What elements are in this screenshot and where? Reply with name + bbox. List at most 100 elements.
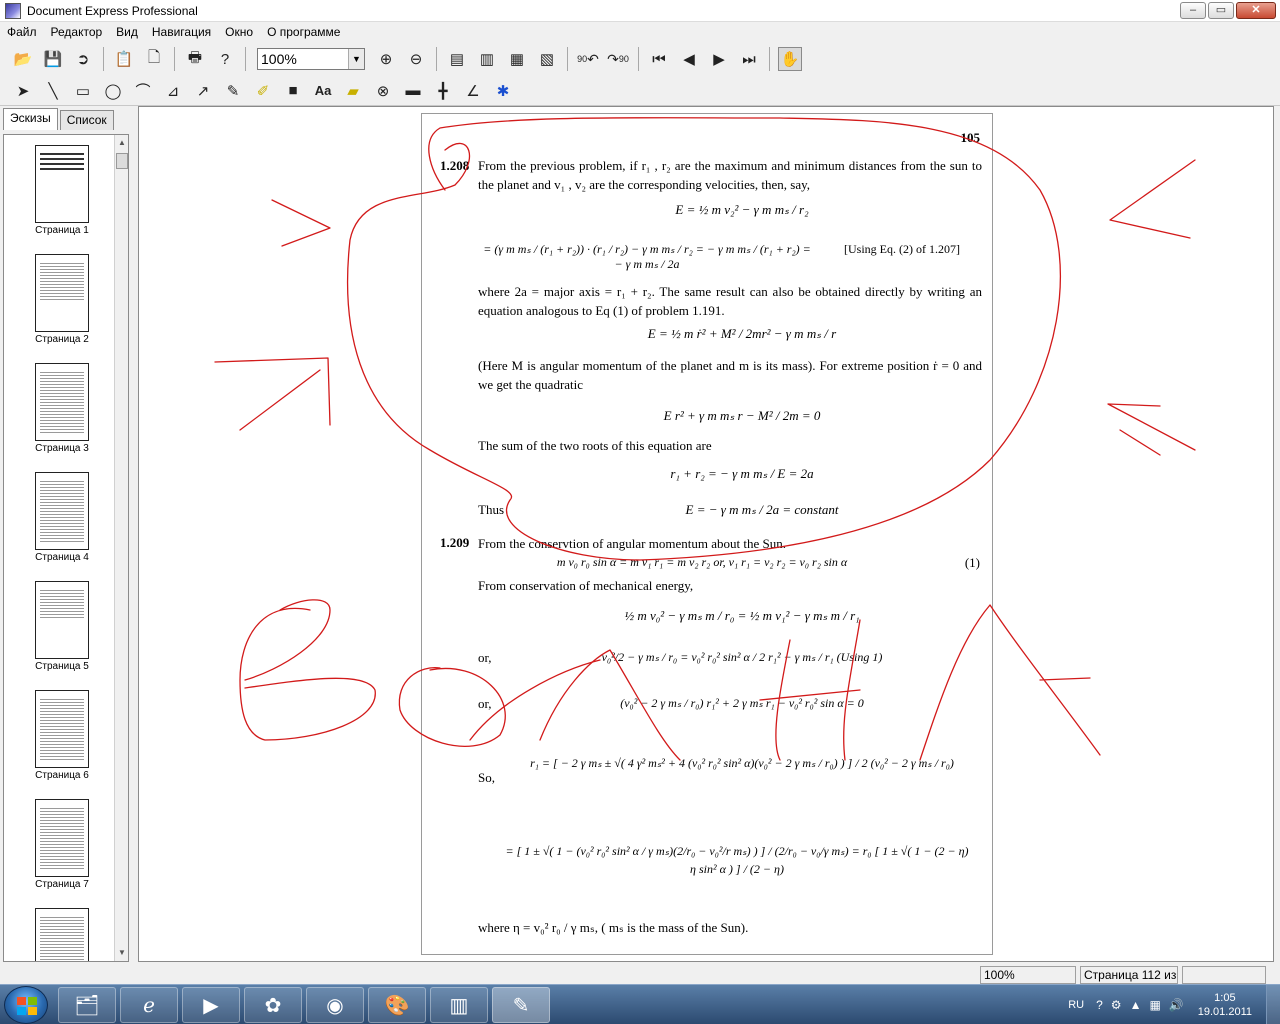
save-icon[interactable]: 💾 xyxy=(41,47,65,71)
thumbnail-page-2[interactable]: Страница 2 xyxy=(14,254,110,345)
toolbar-separator xyxy=(174,47,175,71)
filled-rectangle-icon[interactable]: ■ xyxy=(281,79,305,103)
problem-text: The sum of the two roots of this equatio… xyxy=(478,438,712,453)
menu-about[interactable]: О программе xyxy=(260,25,347,39)
arrow-tool-icon[interactable]: ↗ xyxy=(191,79,215,103)
fit-page-icon[interactable]: ▤ xyxy=(445,47,469,71)
thumbnail-scrollbar[interactable]: ▲ ▼ xyxy=(114,135,128,961)
zoom-out-icon[interactable]: ⊖ xyxy=(404,47,428,71)
highlighter-tool-icon[interactable]: ✐ xyxy=(251,79,275,103)
ellipse-tool-icon[interactable]: ◯ xyxy=(101,79,125,103)
formula: r₁ + r₂ = − γ m mₛ / E = 2a xyxy=(670,466,814,481)
first-page-icon[interactable]: ⏮ xyxy=(647,47,671,71)
line-tool-icon[interactable]: ╲ xyxy=(41,79,65,103)
thumbnail-page-4[interactable]: Страница 4 xyxy=(14,472,110,563)
next-page-icon[interactable]: ▶ xyxy=(707,47,731,71)
paste-icon[interactable]: 📋 xyxy=(112,47,136,71)
formula: E = ½ m ṙ² + M² / 2mr² − γ m mₛ / r xyxy=(647,326,837,341)
formula: ½ m v₀² − γ mₛ m / r₀ = ½ m v₁² − γ mₛ m… xyxy=(624,608,860,623)
pen-tool-icon[interactable]: ✎ xyxy=(221,79,245,103)
ie-task-icon[interactable]: ℯ xyxy=(120,987,178,1023)
network-tray-icon[interactable]: ▦ xyxy=(1149,998,1160,1012)
ruler-tool-icon[interactable]: ▬ xyxy=(401,79,425,103)
thumbnail-page-6[interactable]: Страница 6 xyxy=(14,690,110,781)
problem-text: From the previous problem, if r₁ , r₂ ar… xyxy=(478,158,982,192)
thumbnail-caption: Страница 1 xyxy=(35,225,89,236)
thumbnail-image xyxy=(35,799,89,877)
panel-tabs: Эскизы Список xyxy=(3,108,116,130)
crosshair-tool-icon[interactable]: ╋ xyxy=(431,79,455,103)
media-player-task-icon[interactable]: ▶ xyxy=(182,987,240,1023)
prev-page-icon[interactable]: ◀ xyxy=(677,47,701,71)
tab-thumbnails[interactable]: Эскизы xyxy=(3,108,58,130)
problem-number: 1.208 xyxy=(440,158,470,173)
menu-window[interactable]: Окно xyxy=(218,25,260,39)
menu-view[interactable]: Вид xyxy=(109,25,145,39)
new-page-icon[interactable]: 🗋 xyxy=(142,47,166,71)
menu-navigation[interactable]: Навигация xyxy=(145,25,218,39)
thumbnail-page-1[interactable]: Страница 1 xyxy=(14,145,110,236)
rectangle-tool-icon[interactable]: ▭ xyxy=(71,79,95,103)
chevron-down-icon[interactable]: ▼ xyxy=(348,49,364,69)
thumbnail-page-8[interactable] xyxy=(14,908,110,961)
formula: E = ½ m v₂² − γ m mₛ / r₂ xyxy=(675,202,809,217)
chrome-task-icon[interactable]: ◉ xyxy=(306,987,364,1023)
hand-tool-icon[interactable]: ✋ xyxy=(778,47,802,71)
zoom-select[interactable]: 100% ▼ xyxy=(257,48,365,70)
problem-text: where η = v₀² r₀ / γ mₛ, ( mₛ is the mas… xyxy=(478,920,749,935)
help-tray-icon[interactable]: ? xyxy=(1096,998,1103,1012)
rotate-left-icon[interactable]: 90 ↶ xyxy=(576,47,600,71)
thumbnail-list[interactable]: Страница 1 Страница 2 Страница 3 Страниц… xyxy=(3,134,129,962)
settings-tray-icon[interactable]: ⚙ xyxy=(1111,998,1122,1012)
minimize-button[interactable]: ‒ xyxy=(1180,2,1206,19)
problem-number: 1.209 xyxy=(440,535,470,550)
scroll-down-icon[interactable]: ▼ xyxy=(115,946,128,960)
scroll-thumb[interactable] xyxy=(116,153,128,169)
note-tool-icon[interactable]: ▰ xyxy=(341,79,365,103)
zoom-in-icon[interactable]: ⊕ xyxy=(374,47,398,71)
open-folder-icon[interactable]: 📂 xyxy=(11,47,35,71)
rotate-right-icon[interactable]: ↷ 90 xyxy=(606,47,630,71)
maximize-button[interactable]: ▭ xyxy=(1208,2,1234,19)
settings-tool-icon[interactable]: ✱ xyxy=(491,79,515,103)
explorer-task-icon[interactable]: 🗂 xyxy=(58,987,116,1023)
thumbnail-page-3[interactable]: Страница 3 xyxy=(14,363,110,454)
tray-expand-icon[interactable]: ▲ xyxy=(1130,998,1142,1012)
app-task-icon[interactable]: ✿ xyxy=(244,987,302,1023)
help-icon[interactable]: ? xyxy=(213,47,237,71)
thumbnail-page-5[interactable]: Страница 5 xyxy=(14,581,110,672)
fit-width-icon[interactable]: ▥ xyxy=(475,47,499,71)
start-button[interactable] xyxy=(4,986,48,1024)
paint-task-icon[interactable]: 🎨 xyxy=(368,987,426,1023)
page-properties-icon[interactable]: ▧ xyxy=(535,47,559,71)
formula: E r² + γ m mₛ r − M² / 2m = 0 xyxy=(663,408,821,423)
print-icon[interactable]: 🖶 xyxy=(183,47,207,71)
menu-editor[interactable]: Редактор xyxy=(44,25,110,39)
language-indicator[interactable]: RU xyxy=(1068,999,1084,1011)
window-controls: ‒ ▭ ✕ xyxy=(1180,2,1276,19)
freeform-tool-icon[interactable]: ⌒ xyxy=(131,79,155,103)
text-tool-icon[interactable]: Aa xyxy=(311,79,335,103)
actual-size-icon[interactable]: ▦ xyxy=(505,47,529,71)
show-desktop-button[interactable] xyxy=(1266,985,1280,1024)
angle-tool-icon[interactable]: ∠ xyxy=(461,79,485,103)
polygon-tool-icon[interactable]: ⊿ xyxy=(161,79,185,103)
sound-tray-icon[interactable]: 🔊 xyxy=(1169,998,1184,1012)
menu-file[interactable]: Файл xyxy=(0,25,44,39)
clock[interactable]: 1:05 19.01.2011 xyxy=(1198,991,1252,1019)
tab-list[interactable]: Список xyxy=(59,110,114,130)
document-viewport[interactable]: 105 1.208 From the previous problem, if … xyxy=(138,106,1274,962)
document-express-task-icon[interactable]: ✎ xyxy=(492,987,550,1023)
page-number: 105 xyxy=(960,130,981,145)
status-page-info: Страница 112 из 4 xyxy=(1080,966,1178,984)
scroll-up-icon[interactable]: ▲ xyxy=(115,136,128,150)
select-arrow-icon[interactable]: ➤ xyxy=(11,79,35,103)
stamp-tool-icon[interactable]: ⊗ xyxy=(371,79,395,103)
problem-text: So, xyxy=(478,770,495,785)
rotate-right-label: 90 xyxy=(618,54,629,64)
winrar-task-icon[interactable]: ▥ xyxy=(430,987,488,1023)
last-page-icon[interactable]: ⏭ xyxy=(737,47,761,71)
thumbnail-page-7[interactable]: Страница 7 xyxy=(14,799,110,890)
send-icon[interactable]: ➲ xyxy=(71,47,95,71)
close-button[interactable]: ✕ xyxy=(1236,2,1276,19)
